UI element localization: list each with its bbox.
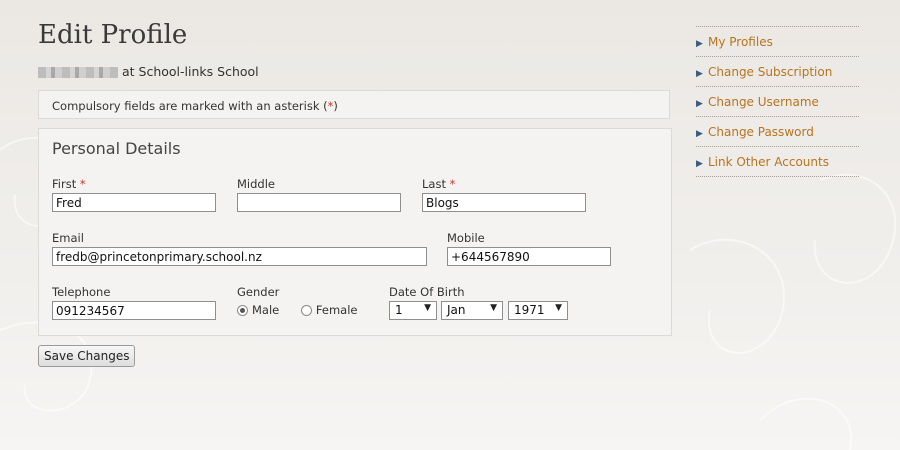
section-title: Personal Details <box>52 139 181 158</box>
telephone-label: Telephone <box>52 285 111 299</box>
sidebar-item-label: My Profiles <box>708 35 773 49</box>
dob-month-value: Jan <box>447 303 466 317</box>
triangle-down-icon: ▼ <box>424 303 431 313</box>
sidebar-item-label: Change Username <box>708 95 819 109</box>
notice-end: ) <box>333 99 338 113</box>
sidebar-item-label: Change Subscription <box>708 65 833 79</box>
sidebar-item-change-subscription[interactable]: ▶ Change Subscription <box>696 56 859 86</box>
school-text: at School-links School <box>122 64 259 79</box>
triangle-right-icon: ▶ <box>696 69 703 79</box>
page-title: Edit Profile <box>38 20 188 50</box>
gender-male-radio[interactable] <box>237 305 248 316</box>
required-asterisk: * <box>79 177 86 191</box>
redacted-name <box>38 67 118 78</box>
triangle-right-icon: ▶ <box>696 99 703 109</box>
middle-name-label: Middle <box>237 177 275 191</box>
first-name-label-text: First <box>52 177 77 191</box>
dob-year-select[interactable]: 1971 ▼ <box>508 301 568 320</box>
triangle-down-icon: ▼ <box>555 303 562 313</box>
last-name-input[interactable] <box>422 193 586 212</box>
gender-female-label[interactable]: Female <box>316 303 358 317</box>
save-changes-button[interactable]: Save Changes <box>38 345 136 367</box>
sidebar-item-label: Change Password <box>708 125 814 139</box>
email-field[interactable] <box>52 247 427 266</box>
sidebar-item-change-username[interactable]: ▶ Change Username <box>696 86 859 116</box>
sidebar-item-change-password[interactable]: ▶ Change Password <box>696 116 859 146</box>
triangle-right-icon: ▶ <box>696 159 703 169</box>
dob-day-value: 1 <box>395 303 403 317</box>
triangle-right-icon: ▶ <box>696 39 703 49</box>
sidebar-item-my-profiles[interactable]: ▶ My Profiles <box>696 26 859 56</box>
required-asterisk: * <box>449 177 456 191</box>
email-label: Email <box>52 231 84 245</box>
sidebar-item-link-other-accounts[interactable]: ▶ Link Other Accounts <box>696 146 859 177</box>
gender-male-label[interactable]: Male <box>252 303 279 317</box>
personal-details-panel: Personal Details First * Middle Last * E… <box>38 128 672 336</box>
dob-label: Date Of Birth <box>389 285 465 299</box>
notice-text: Compulsory fields are marked with an ast… <box>52 99 328 113</box>
compulsory-notice: Compulsory fields are marked with an ast… <box>38 90 670 119</box>
last-name-label-text: Last <box>422 177 446 191</box>
dob-month-select[interactable]: Jan ▼ <box>441 301 503 320</box>
sidebar-menu: ▶ My Profiles ▶ Change Subscription ▶ Chang… <box>696 26 859 177</box>
first-name-input[interactable] <box>52 193 216 212</box>
mobile-input[interactable] <box>447 247 611 266</box>
gender-radio-group: Male Female <box>237 303 376 317</box>
middle-name-input[interactable] <box>237 193 401 212</box>
triangle-down-icon: ▼ <box>490 303 497 313</box>
dob-year-value: 1971 <box>514 303 545 317</box>
telephone-input[interactable] <box>52 301 216 320</box>
profile-subtitle: at School-links School <box>38 64 259 79</box>
sidebar-item-label: Link Other Accounts <box>708 155 829 169</box>
gender-female-radio[interactable] <box>300 305 312 316</box>
mobile-label: Mobile <box>447 231 485 245</box>
dob-day-select[interactable]: 1 ▼ <box>389 301 437 320</box>
gender-label: Gender <box>237 285 280 299</box>
last-name-label: Last * <box>422 177 455 191</box>
first-name-label: First * <box>52 177 86 191</box>
triangle-right-icon: ▶ <box>696 129 703 139</box>
